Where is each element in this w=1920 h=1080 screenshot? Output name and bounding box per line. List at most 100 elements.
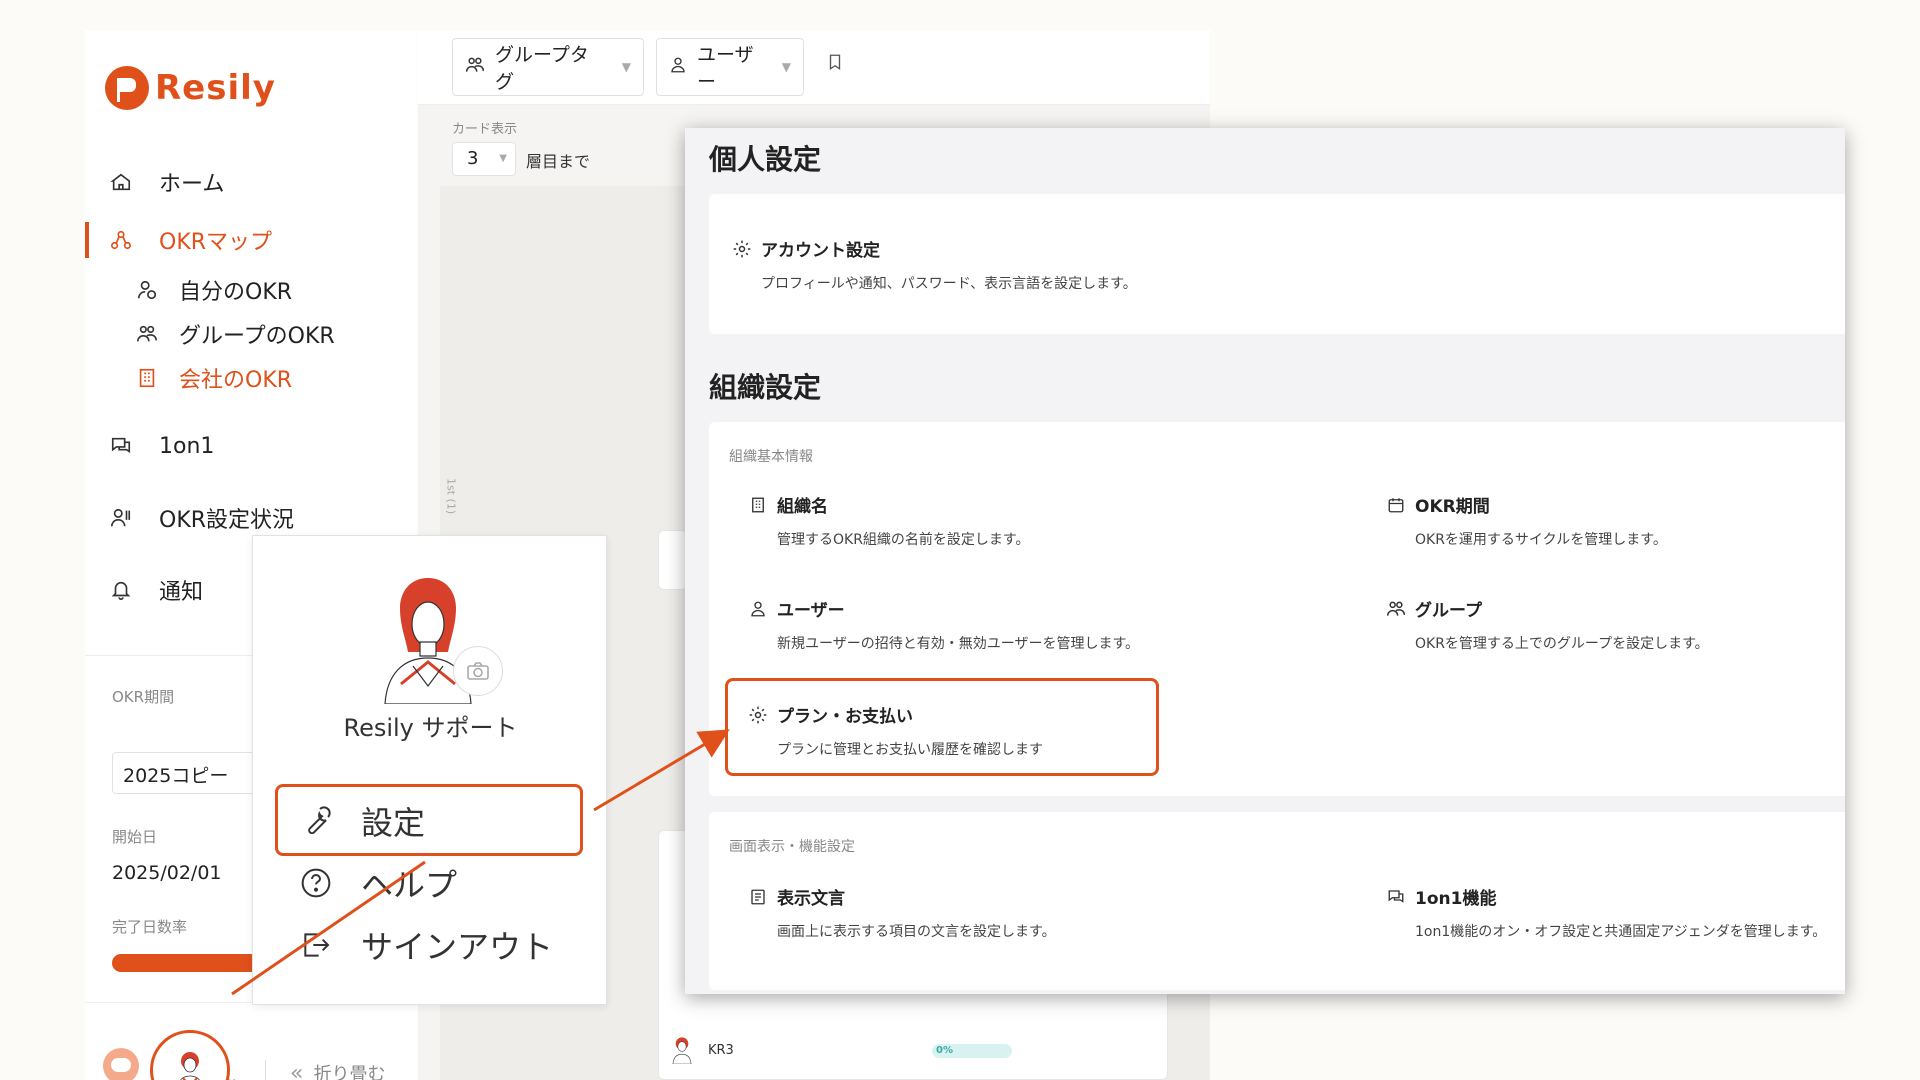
org-name-item[interactable]: 組織名 管理するOKR組織の名前を設定します。 [747, 492, 1030, 549]
card-display-label: カード表示 [452, 122, 518, 137]
users-desc: 新規ユーザーの招待と有効・無効ユーザーを管理します。 [777, 636, 1140, 652]
group-icon [1385, 598, 1407, 620]
okr-card-collapsed[interactable] [658, 530, 688, 590]
org-name-desc: 管理するOKR組織の名前を設定します。 [777, 532, 1030, 548]
plan-billing-title: プラン・お支払い [777, 707, 913, 727]
completion-progress-bar [112, 954, 262, 972]
avatar-icon [672, 1037, 692, 1064]
calendar-icon [1385, 494, 1407, 516]
caret-down-icon: ▼ [621, 60, 631, 74]
sidebar-subitem-company-okr[interactable]: 会社のOKR [135, 360, 292, 396]
org-basic-section-label: 組織基本情報 [729, 449, 813, 465]
user-filter-button[interactable]: ユーザー ▼ [656, 38, 804, 96]
user-filter-label: ユーザー [697, 44, 754, 93]
level-tab[interactable]: 1st (1) [440, 466, 462, 526]
sidebar-item-okr-status[interactable]: OKR設定状況 [85, 498, 417, 538]
home-icon [109, 170, 133, 194]
sidebar-item-label: OKR設定状況 [159, 508, 295, 533]
groups-desc: OKRを管理する上でのグループを設定します。 [1415, 636, 1709, 652]
caret-down-icon: ▼ [781, 60, 791, 74]
bell-icon [109, 578, 133, 602]
plan-billing-item[interactable]: プラン・お支払い プランに管理とお支払い履歴を確認します [747, 702, 1043, 759]
menu-item-label: 設定 [361, 804, 426, 842]
user-icon [747, 598, 769, 620]
resily-flag-icon [105, 66, 149, 110]
groups-item[interactable]: グループ OKRを管理する上でのグループを設定します。 [1385, 596, 1709, 653]
logo-text: Resily [155, 68, 276, 108]
oneonone-desc: 1on1機能のオン・オフ設定と共通固定アジェンダを管理します。 [1415, 924, 1827, 940]
avatar-icon [180, 1052, 200, 1080]
kr-label: KR3 [708, 1042, 734, 1058]
card-level-select[interactable]: 3 ▼ [452, 142, 516, 176]
sidebar-item-home[interactable]: ホーム [85, 162, 417, 202]
collapse-label: 折り畳む [313, 1064, 386, 1080]
start-date-label: 開始日 [112, 828, 158, 846]
sidebar-subitem-label: グループのOKR [179, 324, 335, 349]
chat-icon [109, 434, 133, 458]
document-icon [747, 886, 769, 908]
card-level-suffix: 層目まで [526, 152, 591, 171]
camera-icon[interactable] [453, 646, 503, 696]
chat-icon [1385, 886, 1407, 908]
org-name-title: 組織名 [777, 497, 828, 517]
okr-period-title: OKR期間 [1415, 497, 1490, 517]
group-tag-label: グループタグ [495, 44, 589, 93]
card-level-value: 3 [467, 148, 479, 169]
footer-separator [265, 1060, 266, 1080]
support-bot-icon[interactable] [103, 1048, 139, 1080]
signout-icon [299, 928, 333, 962]
groups-title: グループ [1415, 601, 1482, 621]
settings-panel: 個人設定 アカウント設定 プロフィールや通知、パスワード、表示言語を設定します。… [685, 128, 1845, 994]
gear-icon [747, 704, 769, 726]
collapse-sidebar-button[interactable]: « 折り畳む [290, 1060, 385, 1080]
wrench-icon [299, 804, 333, 838]
sidebar-subitem-group-okr[interactable]: グループのOKR [135, 316, 335, 352]
menu-item-signout[interactable]: サインアウト [299, 920, 553, 970]
account-settings-item[interactable]: アカウント設定 プロフィールや通知、パスワード、表示言語を設定します。 [731, 236, 1137, 293]
kr-row[interactable]: KR3 0% [670, 1032, 1110, 1068]
oneonone-feature-item[interactable]: 1on1機能 1on1機能のオン・オフ設定と共通固定アジェンダを管理します。 [1385, 884, 1826, 941]
user-list-icon [109, 506, 133, 530]
plan-billing-desc: プランに管理とお支払い履歴を確認します [777, 742, 1043, 758]
gear-icon [731, 238, 753, 260]
sidebar-item-okr-map[interactable]: OKRマップ [85, 220, 417, 260]
logo[interactable]: Resily [105, 66, 276, 110]
caret-down-icon: ▼ [499, 153, 507, 164]
group-icon [135, 322, 159, 346]
group-tag-filter-button[interactable]: グループタグ ▼ [452, 38, 644, 96]
okr-period-select[interactable]: 2025コピー [112, 752, 262, 794]
personal-settings-title: 個人設定 [709, 143, 822, 176]
display-text-title: 表示文言 [777, 889, 845, 909]
sidebar-item-label: 通知 [159, 580, 204, 605]
user-okr-icon [135, 278, 159, 302]
sidebar-item-1on1[interactable]: 1on1 [85, 426, 417, 466]
users-item[interactable]: ユーザー 新規ユーザーの招待と有効・無効ユーザーを管理します。 [747, 596, 1139, 653]
account-settings-desc: プロフィールや通知、パスワード、表示言語を設定します。 [761, 276, 1137, 292]
oneonone-title: 1on1機能 [1415, 889, 1497, 909]
help-icon [299, 866, 333, 900]
building-icon [747, 494, 769, 516]
display-text-desc: 画面上に表示する項目の文言を設定します。 [777, 924, 1056, 940]
menu-item-label: ヘルプ [361, 866, 458, 904]
sidebar-subitem-label: 自分のOKR [179, 280, 293, 305]
sidebar-item-label: OKRマップ [159, 230, 273, 255]
user-avatar-button[interactable] [150, 1030, 230, 1080]
account-settings-title: アカウント設定 [761, 241, 880, 261]
personal-settings-card: アカウント設定 プロフィールや通知、パスワード、表示言語を設定します。 [709, 194, 1845, 334]
sidebar-subitem-my-okr[interactable]: 自分のOKR [135, 272, 292, 308]
menu-item-settings[interactable]: 設定 [299, 796, 425, 846]
display-text-item[interactable]: 表示文言 画面上に表示する項目の文言を設定します。 [747, 884, 1056, 941]
menu-item-help[interactable]: ヘルプ [299, 858, 457, 908]
okr-period-item[interactable]: OKR期間 OKRを運用するサイクルを管理します。 [1385, 492, 1667, 549]
okr-period-label: OKR期間 [112, 688, 175, 706]
org-settings-title: 組織設定 [709, 371, 822, 404]
okr-period-desc: OKRを運用するサイクルを管理します。 [1415, 532, 1667, 548]
users-title: ユーザー [777, 601, 845, 621]
profile-name: Resily サポート [343, 714, 518, 742]
org-basic-card: 組織基本情報 組織名 管理するOKR組織の名前を設定します。 OKR期間 OKR… [709, 422, 1845, 796]
building-icon [135, 366, 159, 390]
user-icon [669, 56, 687, 79]
bookmark-icon[interactable] [826, 52, 844, 76]
sidebar-item-label: ホーム [159, 172, 225, 197]
chevron-down-icon[interactable]: ⌄ [225, 1068, 238, 1080]
